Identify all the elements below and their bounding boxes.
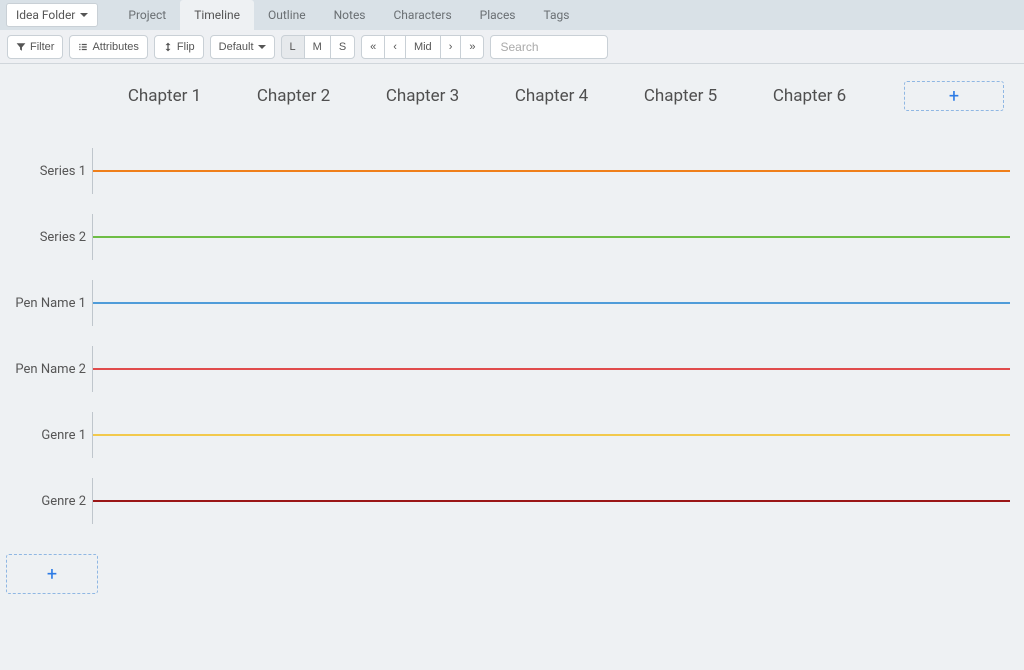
attributes-button[interactable]: Attributes — [69, 35, 147, 59]
timeline-row: Series 2 — [0, 204, 1024, 270]
column-headers: Chapter 1 Chapter 2 Chapter 3 Chapter 4 … — [100, 78, 1024, 114]
tab-timeline[interactable]: Timeline — [180, 0, 254, 30]
zoom-small[interactable]: S — [330, 35, 355, 59]
search-input[interactable] — [490, 35, 608, 59]
default-dropdown[interactable]: Default — [210, 35, 275, 59]
chevrons-left-icon: « — [370, 41, 376, 53]
zoom-group: L M S — [281, 35, 356, 59]
timeline-row: Series 1 — [0, 138, 1024, 204]
list-icon — [78, 42, 88, 52]
plus-icon: + — [47, 564, 57, 585]
row-line[interactable] — [93, 368, 1010, 370]
tab-outline[interactable]: Outline — [254, 0, 320, 30]
tab-project[interactable]: Project — [114, 0, 180, 30]
attributes-label: Attributes — [92, 41, 138, 53]
row-label[interactable]: Pen Name 1 — [0, 296, 92, 311]
flip-label: Flip — [177, 41, 195, 53]
timeline-row: Genre 2 — [0, 468, 1024, 534]
zoom-medium[interactable]: M — [304, 35, 331, 59]
flip-icon — [163, 42, 173, 52]
tab-places[interactable]: Places — [466, 0, 530, 30]
folder-dropdown[interactable]: Idea Folder — [6, 3, 98, 27]
plus-icon: + — [949, 86, 959, 107]
chapter-header[interactable]: Chapter 2 — [229, 86, 358, 106]
timeline-rows: Series 1 Series 2 Pen Name 1 Pen Name 2 … — [0, 138, 1024, 534]
chapter-header[interactable]: Chapter 1 — [100, 86, 229, 106]
toolbar: Filter Attributes Flip Default L M S « ‹… — [0, 30, 1024, 64]
row-label[interactable]: Genre 2 — [0, 494, 92, 509]
filter-button[interactable]: Filter — [7, 35, 63, 59]
timeline-row: Genre 1 — [0, 402, 1024, 468]
nav-tabs: Project Timeline Outline Notes Character… — [114, 0, 583, 30]
nav-first[interactable]: « — [361, 35, 385, 59]
nav-group: « ‹ Mid › » — [361, 35, 484, 59]
nav-prev[interactable]: ‹ — [384, 35, 406, 59]
timeline-row: Pen Name 2 — [0, 336, 1024, 402]
row-line[interactable] — [93, 170, 1010, 172]
default-label: Default — [219, 41, 254, 53]
nav-last[interactable]: » — [460, 35, 484, 59]
chapter-header[interactable]: Chapter 3 — [358, 86, 487, 106]
chapter-header[interactable]: Chapter 6 — [745, 86, 874, 106]
timeline-area: Chapter 1 Chapter 2 Chapter 3 Chapter 4 … — [0, 64, 1024, 594]
tab-tags[interactable]: Tags — [530, 0, 584, 30]
folder-dropdown-label: Idea Folder — [16, 8, 75, 22]
add-chapter-button[interactable]: + — [904, 81, 1004, 111]
chapter-header[interactable]: Chapter 4 — [487, 86, 616, 106]
row-label[interactable]: Pen Name 2 — [0, 362, 92, 377]
timeline-row: Pen Name 1 — [0, 270, 1024, 336]
nav-next[interactable]: › — [440, 35, 462, 59]
row-line[interactable] — [93, 500, 1010, 502]
chevron-left-icon: ‹ — [393, 41, 397, 53]
row-label[interactable]: Series 1 — [0, 164, 92, 179]
caret-down-icon — [80, 13, 88, 17]
chevron-right-icon: › — [449, 41, 453, 53]
flip-button[interactable]: Flip — [154, 35, 204, 59]
tab-characters[interactable]: Characters — [380, 0, 466, 30]
funnel-icon — [16, 42, 26, 52]
chapter-header[interactable]: Chapter 5 — [616, 86, 745, 106]
filter-label: Filter — [30, 41, 54, 53]
zoom-large[interactable]: L — [281, 35, 305, 59]
row-line[interactable] — [93, 236, 1010, 238]
row-label[interactable]: Genre 1 — [0, 428, 92, 443]
row-line[interactable] — [93, 302, 1010, 304]
tab-notes[interactable]: Notes — [320, 0, 380, 30]
nav-mid[interactable]: Mid — [405, 35, 441, 59]
row-label[interactable]: Series 2 — [0, 230, 92, 245]
caret-down-icon — [258, 45, 266, 49]
row-line[interactable] — [93, 434, 1010, 436]
add-row-button[interactable]: + — [6, 554, 98, 594]
chevrons-right-icon: » — [469, 41, 475, 53]
nav-bar: Idea Folder Project Timeline Outline Not… — [0, 0, 1024, 30]
